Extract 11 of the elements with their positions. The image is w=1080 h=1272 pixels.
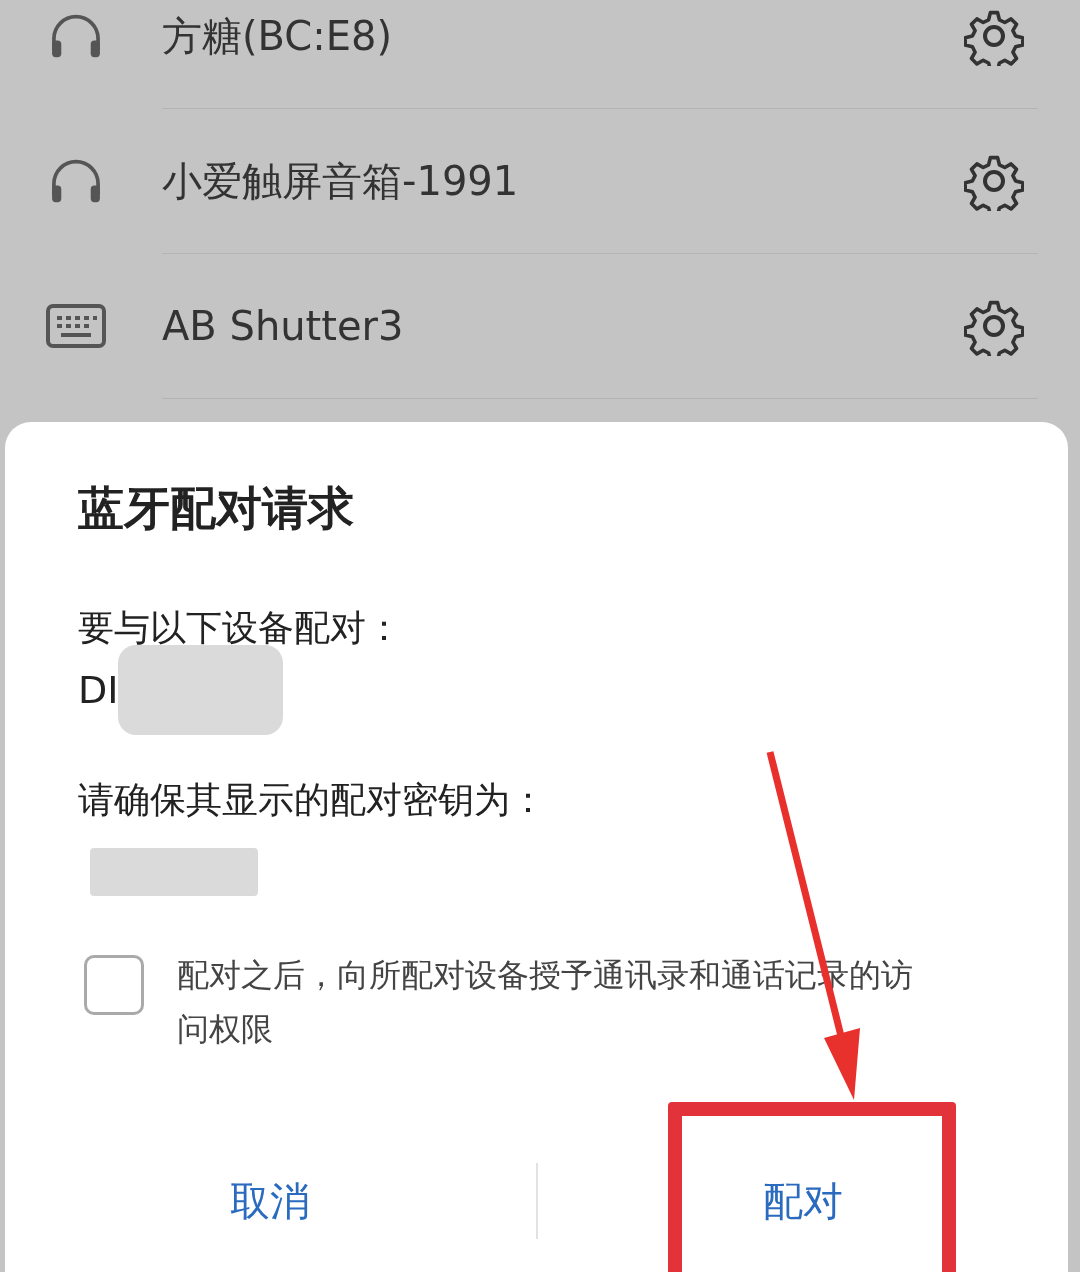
passkey-prompt: 请确保其显示的配对密钥为： [78, 778, 547, 822]
pairing-prompt: 要与以下设备配对： [78, 606, 403, 650]
device-name[interactable]: AB Shutter3 [162, 303, 964, 349]
keyboard-icon [46, 303, 106, 349]
checkbox[interactable] [84, 955, 144, 1015]
device-name[interactable]: 小爱触屏音箱-1991 [162, 153, 964, 209]
pair-button[interactable]: 配对 [537, 1141, 1068, 1261]
cancel-button[interactable]: 取消 [5, 1141, 536, 1261]
device-name[interactable]: 方糖(BC:E8) [162, 8, 964, 64]
dialog-title: 蓝牙配对请求 [78, 480, 355, 536]
device-name: DI [78, 667, 119, 714]
